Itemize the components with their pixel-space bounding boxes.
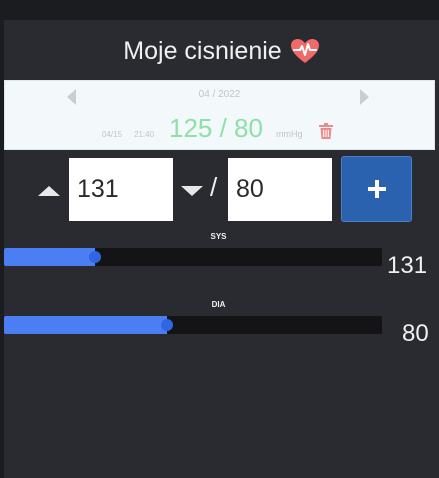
plus-icon [367,180,386,198]
increase-icon[interactable] [38,186,60,196]
dia-slider-thumb[interactable] [161,319,173,331]
dia-slider-value: 80 [402,320,429,347]
entry-date: 04/15 [102,130,123,139]
sys-slider-fill [4,248,95,266]
reading-entry-row: / [4,156,439,222]
app-panel: Moje cisnienie 04 / 2022 04/15 21:40 125… [4,20,439,478]
dia-slider-fill [4,316,167,334]
dia-slider[interactable] [4,316,382,334]
month-label: 04 / 2022 [198,89,241,100]
header: Moje cisnienie [4,34,439,68]
dia-slider-label: DIA [211,300,226,309]
next-month-icon[interactable] [360,89,369,105]
add-reading-button[interactable] [341,156,412,222]
systolic-input[interactable] [69,158,173,221]
window-top-bar [0,0,439,20]
decrease-icon[interactable] [181,186,203,196]
separator: / [210,172,218,202]
heartbeat-icon [290,39,319,63]
diastolic-input[interactable] [228,158,332,221]
entry-reading: 125 / 80 [169,113,263,143]
page-title: Moje cisnienie [123,36,282,65]
history-panel: 04 / 2022 04/15 21:40 125 / 80 mmHg [4,80,435,150]
sys-slider-thumb[interactable] [89,251,101,263]
trash-icon[interactable] [319,123,333,139]
sys-slider-label: SYS [210,232,227,241]
entry-unit: mmHg [276,129,303,139]
entry-time: 21:40 [134,130,155,139]
sys-slider-value: 131 [387,252,428,279]
sys-slider[interactable] [4,248,382,266]
